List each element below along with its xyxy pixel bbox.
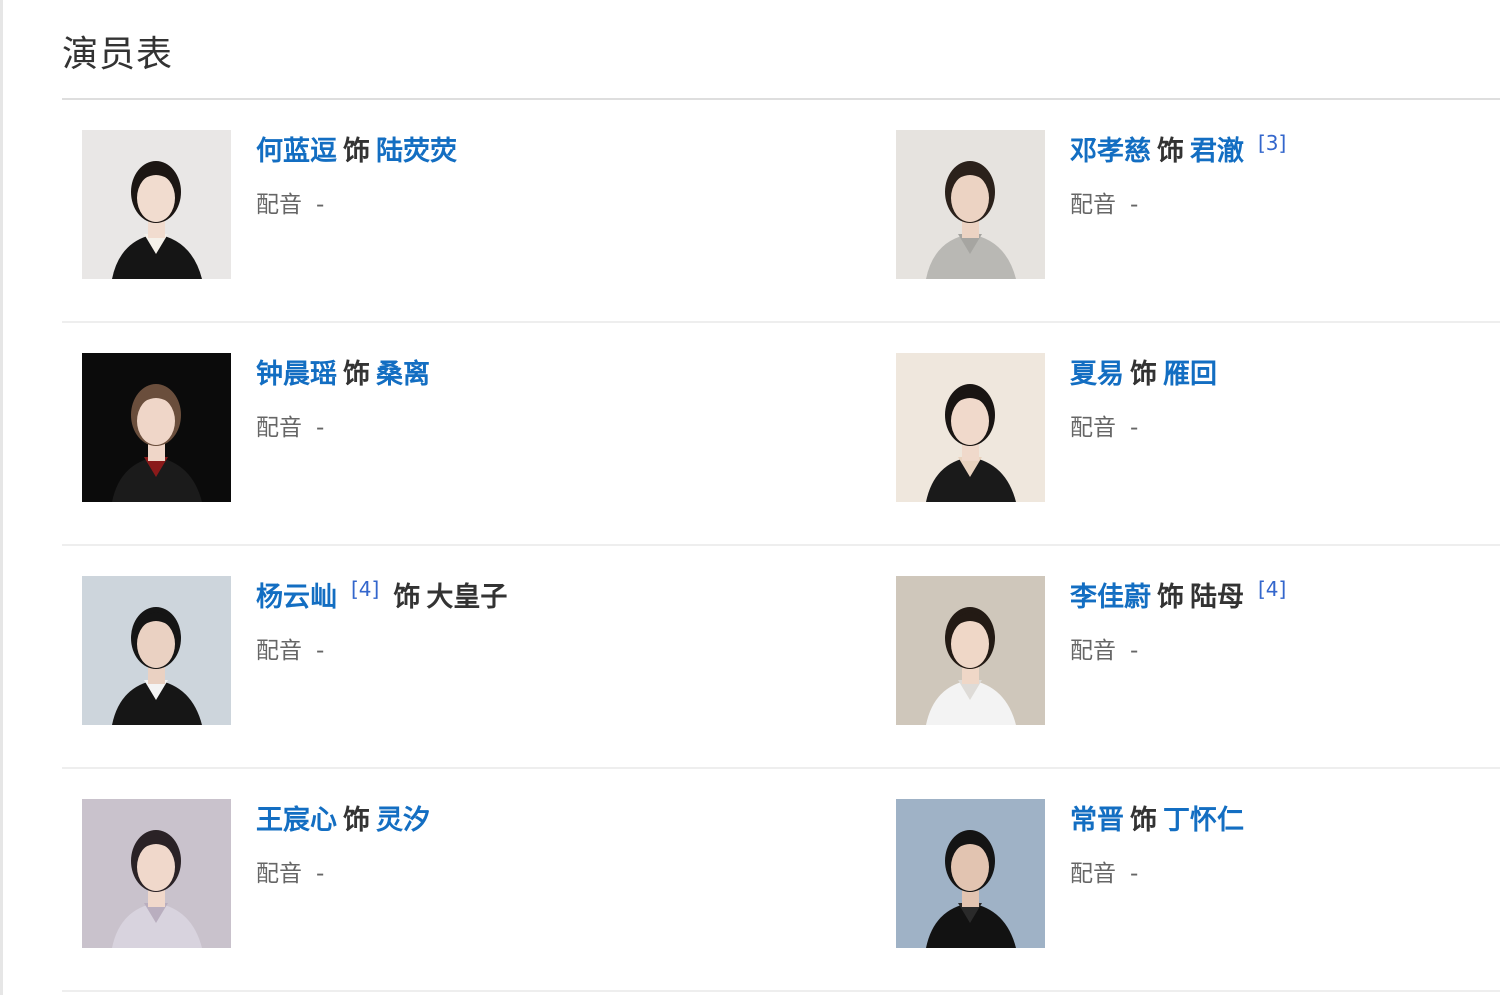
actor-photo[interactable]	[82, 353, 231, 502]
dubbing-line: 配音 -	[1070, 413, 1138, 443]
actor-name-link[interactable]: 夏易	[1070, 359, 1124, 390]
actor-photo-portrait	[82, 799, 231, 948]
actor-photo-portrait	[82, 353, 231, 502]
cast-page: 演员表 何蓝逗饰陆荧荧 配音 - 邓孝慈饰君澈 [3] 配音 - 钟晨瑶饰桑离 配音 - 夏易饰雁回…	[0, 0, 1500, 995]
role-name-link[interactable]: 雁回	[1163, 359, 1217, 390]
cast-name-line: 常晋饰丁怀仁	[1070, 801, 1244, 841]
section-title: 演员表	[62, 34, 174, 75]
dubbing-value: -	[316, 861, 325, 887]
dubbing-value: -	[316, 415, 325, 441]
cast-card: 何蓝逗饰陆荧荧配音 -	[82, 130, 862, 280]
actor-photo[interactable]	[82, 576, 231, 725]
dubbing-line: 配音 -	[256, 636, 324, 666]
role-name-link[interactable]: 陆荧荧	[376, 136, 457, 167]
cast-name-line: 王宸心饰灵汐	[256, 801, 430, 841]
actor-name-link[interactable]: 何蓝逗	[256, 136, 337, 167]
dubbing-line: 配音 -	[1070, 636, 1138, 666]
cast-card: 杨云屾 [4] 饰大皇子配音 -	[82, 576, 862, 726]
actor-photo-portrait	[896, 353, 1045, 502]
dubbing-line: 配音 -	[1070, 190, 1138, 220]
actor-photo[interactable]	[896, 130, 1045, 279]
actor-photo[interactable]	[896, 799, 1045, 948]
actor-photo[interactable]	[896, 353, 1045, 502]
as-label: 饰	[343, 805, 370, 836]
dubbing-value: -	[316, 192, 325, 218]
role-name-link[interactable]: 桑离	[376, 359, 430, 390]
actor-name-link[interactable]: 王宸心	[256, 805, 337, 836]
dubbing-value: -	[1130, 861, 1139, 887]
cast-name-line: 杨云屾 [4] 饰大皇子	[256, 578, 507, 618]
role-name: 大皇子	[426, 582, 508, 613]
actor-name-link[interactable]: 常晋	[1070, 805, 1124, 836]
cast-row: 杨云屾 [4] 饰大皇子 配音 - 李佳蔚饰陆母 [4] 配音 -	[62, 546, 1500, 769]
dubbing-value: -	[316, 638, 325, 664]
citation-link[interactable]: [3]	[1258, 131, 1286, 155]
role-name-link[interactable]: 君澈	[1190, 136, 1244, 167]
cast-card: 钟晨瑶饰桑离配音 -	[82, 353, 862, 503]
dubbing-line: 配音 -	[256, 859, 324, 889]
dubbing-line: 配音 -	[256, 413, 324, 443]
dubbing-label: 配音	[256, 192, 302, 218]
as-label: 饰	[1130, 805, 1157, 836]
actor-photo-portrait	[896, 799, 1045, 948]
as-label: 饰	[393, 582, 421, 613]
actor-photo[interactable]	[82, 799, 231, 948]
as-label: 饰	[1130, 359, 1157, 390]
cast-list: 何蓝逗饰陆荧荧 配音 - 邓孝慈饰君澈 [3] 配音 - 钟晨瑶饰桑离 配音 - 夏易饰雁回 配音 - 杨…	[62, 100, 1500, 992]
cast-name-line: 钟晨瑶饰桑离	[256, 355, 430, 395]
actor-name-link[interactable]: 李佳蔚	[1070, 582, 1151, 613]
dubbing-value: -	[1130, 192, 1139, 218]
cast-card: 常晋饰丁怀仁 配音 -	[896, 799, 1476, 949]
as-label: 饰	[1157, 136, 1184, 167]
cast-card: 夏易饰雁回 配音 -	[896, 353, 1476, 503]
dubbing-label: 配音	[1070, 861, 1116, 887]
dubbing-label: 配音	[1070, 192, 1116, 218]
role-name: 陆母	[1190, 582, 1244, 613]
dubbing-value: -	[1130, 638, 1139, 664]
actor-photo[interactable]	[896, 576, 1045, 725]
actor-photo-portrait	[82, 576, 231, 725]
dubbing-line: 配音 -	[256, 190, 324, 220]
cast-card: 王宸心饰灵汐配音 -	[82, 799, 862, 949]
actor-photo-portrait	[896, 130, 1045, 279]
cast-row: 钟晨瑶饰桑离 配音 - 夏易饰雁回 配音 -	[62, 323, 1500, 546]
cast-name-line: 何蓝逗饰陆荧荧	[256, 132, 457, 172]
left-border	[0, 0, 3, 995]
cast-card: 李佳蔚饰陆母 [4] 配音 -	[896, 576, 1476, 726]
actor-photo-portrait	[896, 576, 1045, 725]
cast-name-line: 邓孝慈饰君澈 [3]	[1070, 132, 1286, 172]
actor-photo-portrait	[82, 130, 231, 279]
actor-name-link[interactable]: 邓孝慈	[1070, 136, 1151, 167]
as-label: 饰	[343, 136, 370, 167]
dubbing-label: 配音	[1070, 638, 1116, 664]
cast-row: 王宸心饰灵汐 配音 - 常晋饰丁怀仁 配音 -	[62, 769, 1500, 992]
citation-link[interactable]: [4]	[351, 577, 379, 601]
cast-row: 何蓝逗饰陆荧荧 配音 - 邓孝慈饰君澈 [3] 配音 -	[62, 100, 1500, 323]
role-name-link[interactable]: 丁怀仁	[1163, 805, 1244, 836]
actor-photo[interactable]	[82, 130, 231, 279]
dubbing-value: -	[1130, 415, 1139, 441]
as-label: 饰	[1157, 582, 1184, 613]
dubbing-label: 配音	[256, 861, 302, 887]
dubbing-label: 配音	[256, 638, 302, 664]
as-label: 饰	[343, 359, 370, 390]
citation-link[interactable]: [4]	[1258, 577, 1286, 601]
dubbing-line: 配音 -	[1070, 859, 1138, 889]
actor-name-link[interactable]: 杨云屾	[256, 582, 337, 613]
cast-name-line: 李佳蔚饰陆母 [4]	[1070, 578, 1286, 618]
actor-name-link[interactable]: 钟晨瑶	[256, 359, 337, 390]
dubbing-label: 配音	[256, 415, 302, 441]
dubbing-label: 配音	[1070, 415, 1116, 441]
role-name-link[interactable]: 灵汐	[376, 805, 430, 836]
cast-name-line: 夏易饰雁回	[1070, 355, 1217, 395]
cast-card: 邓孝慈饰君澈 [3] 配音 -	[896, 130, 1476, 280]
